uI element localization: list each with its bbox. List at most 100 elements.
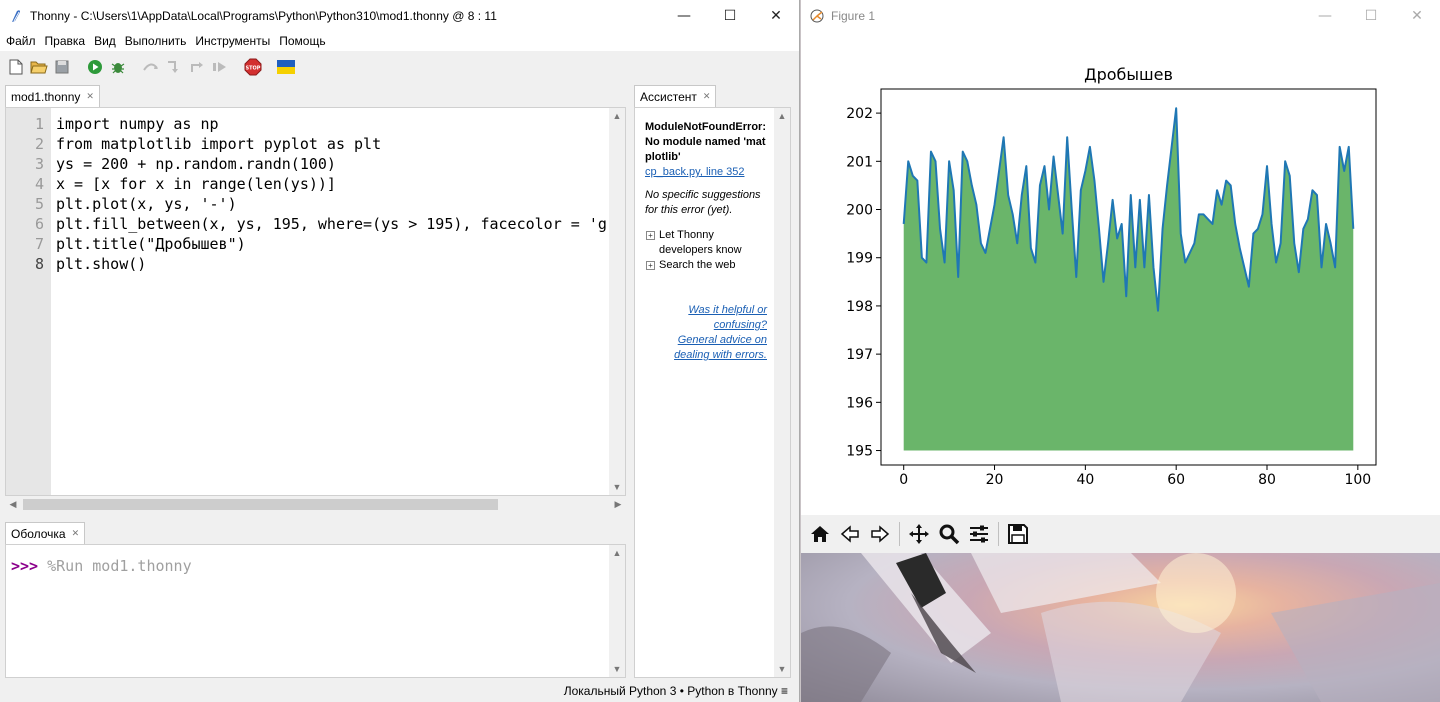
figure-toolbar: [801, 515, 1440, 553]
maximize-button[interactable]: ☐: [707, 0, 753, 31]
assistant-panel: ModuleNotFoundError: No module named 'ma…: [634, 107, 791, 678]
debug-icon[interactable]: [108, 57, 128, 77]
back-icon[interactable]: [835, 519, 865, 549]
assistant-item-label: Let Thonny developers know: [659, 229, 742, 256]
shell-command: %Run mod1.thonny: [38, 557, 192, 575]
shell-prompt: >>>: [11, 557, 39, 575]
home-icon[interactable]: [805, 519, 835, 549]
run-icon[interactable]: [85, 57, 105, 77]
y-tick-label: 199: [846, 251, 873, 267]
menu-tools[interactable]: Инструменты: [191, 34, 275, 48]
y-tick-label: 195: [846, 444, 873, 460]
thonny-logo-icon: [8, 8, 24, 24]
error-location-link[interactable]: cp_back.py, line 352: [645, 165, 767, 180]
step-out-icon[interactable]: [187, 57, 207, 77]
scroll-left-icon[interactable]: ◀: [5, 496, 21, 513]
maximize-button[interactable]: ☐: [1348, 0, 1394, 31]
line-number: 3: [34, 155, 44, 173]
shell-tabrow: Оболочка ✕: [5, 522, 86, 544]
feedback-link[interactable]: Was it helpful or confusing?: [645, 303, 767, 333]
x-tick-label: 40: [1076, 472, 1094, 488]
menu-view[interactable]: Вид: [90, 34, 121, 48]
expand-icon[interactable]: +: [646, 231, 655, 240]
code-line: import numpy as np: [56, 115, 219, 133]
general-advice-link[interactable]: General advice on dealing with errors.: [645, 333, 767, 363]
menu-help[interactable]: Помощь: [275, 34, 330, 48]
y-tick-label: 200: [846, 203, 873, 219]
expand-icon[interactable]: +: [646, 261, 655, 270]
tab-mod1[interactable]: mod1.thonny ✕: [5, 85, 100, 107]
menu-run[interactable]: Выполнить: [121, 34, 192, 48]
zoom-icon[interactable]: [934, 519, 964, 549]
shell-vertical-scrollbar[interactable]: ▲ ▼: [609, 545, 625, 677]
y-tick-label: 201: [846, 154, 873, 170]
scrollbar-thumb[interactable]: [23, 499, 498, 510]
minimize-button[interactable]: —: [1302, 0, 1348, 31]
menu-file[interactable]: Файл: [2, 34, 41, 48]
open-file-icon[interactable]: [29, 57, 49, 77]
scroll-right-icon[interactable]: ▶: [610, 496, 626, 513]
close-button[interactable]: ✕: [753, 0, 799, 31]
tab-label: mod1.thonny: [11, 89, 81, 104]
editor-tabrow: mod1.thonny ✕: [5, 85, 100, 107]
code-line: plt.fill_between(x, ys, 195, where=(ys >…: [56, 215, 607, 233]
tab-shell[interactable]: Оболочка ✕: [5, 522, 86, 544]
code-editor[interactable]: 1 2 3 4 5 6 7 8 import numpy as np from …: [5, 107, 626, 496]
resume-icon[interactable]: [210, 57, 230, 77]
assistant-item-label: Search the web: [659, 259, 736, 271]
no-suggestions-text: No specific suggestions for this error (…: [645, 189, 761, 216]
y-tick-label: 202: [846, 106, 873, 122]
scroll-down-icon[interactable]: ▼: [774, 661, 790, 677]
save-icon[interactable]: [52, 57, 72, 77]
matplotlib-logo-icon: [809, 8, 825, 24]
configure-icon[interactable]: [964, 519, 994, 549]
status-bar[interactable]: Локальный Python 3 • Python в Thonny ≡: [0, 680, 800, 702]
assistant-item-report[interactable]: + Let Thonny developers know: [645, 228, 767, 258]
step-into-icon[interactable]: [164, 57, 184, 77]
save-figure-icon[interactable]: [1003, 519, 1033, 549]
line-number: 1: [34, 115, 44, 133]
scroll-down-icon[interactable]: ▼: [609, 661, 625, 677]
ukraine-flag-icon[interactable]: [276, 57, 296, 77]
close-tab-icon[interactable]: ✕: [86, 91, 94, 102]
new-file-icon[interactable]: [6, 57, 26, 77]
error-message: ModuleNotFoundError: No module named 'ma…: [645, 121, 766, 163]
line-number: 8: [34, 255, 44, 273]
figure-titlebar: Figure 1 — ☐ ✕: [801, 0, 1440, 31]
x-tick-label: 100: [1344, 472, 1371, 488]
close-tab-icon[interactable]: ✕: [72, 528, 80, 539]
assistant-item-search[interactable]: + Search the web: [645, 258, 767, 273]
shell-console[interactable]: >>> %Run mod1.thonny ▲ ▼: [5, 544, 626, 678]
code-line: from matplotlib import pyplot as plt: [56, 135, 382, 153]
svg-text:STOP: STOP: [246, 66, 261, 72]
scroll-up-icon[interactable]: ▲: [774, 108, 790, 124]
step-over-icon[interactable]: [141, 57, 161, 77]
desktop-wallpaper: [801, 553, 1440, 702]
editor-horizontal-scrollbar[interactable]: ◀ ▶: [5, 496, 626, 513]
editor-vertical-scrollbar[interactable]: ▲ ▼: [609, 108, 625, 495]
tab-assistant[interactable]: Ассистент ✕: [634, 85, 717, 107]
plot-canvas[interactable]: 0 20 40 60 80 100 195 196 197 198 199 200 201 202 Дроб…: [801, 31, 1440, 515]
shell-line: >>> %Run mod1.thonny: [11, 557, 192, 575]
pan-icon[interactable]: [904, 519, 934, 549]
assistant-vertical-scrollbar[interactable]: ▲ ▼: [774, 108, 790, 677]
minimize-button[interactable]: —: [661, 0, 707, 31]
line-number-gutter: 1 2 3 4 5 6 7 8: [6, 108, 51, 495]
menu-edit[interactable]: Правка: [41, 34, 91, 48]
scroll-up-icon[interactable]: ▲: [609, 108, 625, 124]
line-number: 2: [34, 135, 44, 153]
interpreter-status[interactable]: Локальный Python 3 • Python в Thonny ≡: [564, 684, 788, 698]
y-tick-label: 196: [846, 395, 873, 411]
close-tab-icon[interactable]: ✕: [703, 91, 711, 102]
scroll-down-icon[interactable]: ▼: [609, 479, 625, 495]
close-button[interactable]: ✕: [1394, 0, 1440, 31]
code-text[interactable]: import numpy as np from matplotlib impor…: [56, 108, 611, 495]
figure-title: Figure 1: [831, 8, 876, 23]
tab-label: Ассистент: [640, 89, 697, 104]
code-line: plt.title("Дробышев"): [56, 235, 246, 253]
chart-svg: 0 20 40 60 80 100 195 196 197 198 199 200 201 202 Дроб…: [846, 65, 1377, 488]
forward-icon[interactable]: [865, 519, 895, 549]
scroll-up-icon[interactable]: ▲: [609, 545, 625, 561]
stop-icon[interactable]: STOP: [243, 57, 263, 77]
fill-area: [903, 108, 1354, 451]
